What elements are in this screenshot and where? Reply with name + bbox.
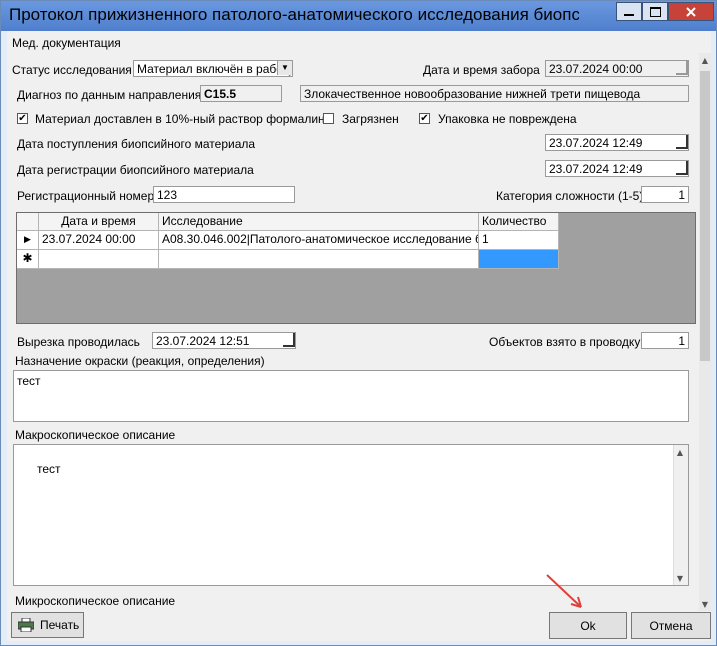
receipt-date-value: 23.07.2024 12:49 (549, 136, 643, 150)
staining-textarea[interactable]: тест (13, 370, 689, 422)
macro-textarea[interactable]: тест ▲ ▼ (13, 444, 689, 586)
calendar-icon[interactable] (676, 161, 688, 175)
scroll-up-icon[interactable]: ▲ (699, 53, 711, 67)
reg-number-label: Регистрационный номер (17, 189, 155, 203)
contaminated-checkbox[interactable] (323, 113, 334, 124)
scroll-thumb[interactable] (700, 71, 710, 361)
status-value: Материал включён в работу (137, 62, 293, 76)
form-scrollbar[interactable]: ▲ ▼ (699, 53, 711, 611)
calendar-icon[interactable] (676, 135, 688, 149)
scroll-up-icon[interactable]: ▲ (674, 445, 686, 459)
ok-label: Ok (580, 618, 596, 633)
chevron-down-icon[interactable]: ▼ (277, 61, 292, 75)
receipt-date-field[interactable]: 23.07.2024 12:49 (545, 134, 689, 151)
title-bar[interactable]: Протокол прижизненного патолого-анатомич… (1, 1, 716, 31)
grid-header-study[interactable]: Исследование (159, 213, 479, 231)
package-label: Упаковка не повреждена (438, 112, 577, 126)
new-row-date[interactable] (39, 250, 159, 269)
scroll-down-icon[interactable]: ▼ (674, 571, 686, 585)
calendar-icon[interactable] (676, 61, 688, 75)
complexity-input[interactable]: 1 (641, 186, 689, 203)
registration-date-value: 23.07.2024 12:49 (549, 162, 643, 176)
diagnosis-code[interactable]: C15.5 (200, 85, 282, 102)
sample-date-label: Дата и время забора (423, 63, 540, 77)
macro-text: тест (37, 462, 61, 476)
form-area: Мед. документация Статус исследования Ма… (7, 31, 711, 641)
cancel-label: Отмена (649, 618, 693, 633)
print-button[interactable]: Печать (11, 612, 84, 638)
close-icon[interactable] (668, 2, 714, 21)
formalin-label: Материал доставлен в 10%-ный раствор фор… (35, 112, 332, 126)
scroll-down-icon[interactable]: ▼ (699, 597, 711, 611)
status-select[interactable]: Материал включён в работу ▼ (133, 60, 293, 77)
reg-number-input[interactable]: 123 (153, 186, 295, 203)
table-row-qty[interactable]: 1 (479, 231, 559, 250)
micro-label: Микроскопическое описание (15, 594, 176, 608)
objects-value: 1 (678, 334, 685, 348)
row-marker-icon[interactable]: ▶ (17, 231, 39, 250)
contaminated-label: Загрязнен (342, 112, 399, 126)
registration-date-label: Дата регистрации биопсийного материала (17, 163, 254, 177)
table-row-date[interactable]: 23.07.2024 00:00 (39, 231, 159, 250)
cut-date-field[interactable]: 23.07.2024 12:51 (152, 332, 296, 349)
print-label: Печать (40, 618, 80, 632)
macro-scrollbar[interactable]: ▲ ▼ (673, 445, 688, 585)
new-row-study[interactable] (159, 250, 479, 269)
complexity-label: Категория сложности (1-5) (496, 189, 644, 203)
section-title: Мед. документация (12, 36, 121, 50)
status-label: Статус исследования (12, 63, 132, 77)
calendar-icon[interactable] (283, 333, 295, 347)
new-row-qty-selected[interactable] (479, 250, 559, 269)
maximize-icon[interactable] (642, 2, 668, 21)
window-title: Протокол прижизненного патолого-анатомич… (9, 5, 579, 24)
registration-date-field[interactable]: 23.07.2024 12:49 (545, 160, 689, 177)
studies-grid[interactable]: Дата и время Исследование Количество ▶ 2… (16, 212, 696, 324)
objects-label: Объектов взято в проводку (489, 335, 641, 349)
sample-date-value: 23.07.2024 00:00 (549, 62, 643, 76)
minimize-icon[interactable] (616, 2, 642, 21)
printer-icon (18, 618, 34, 632)
new-row-icon[interactable]: ✱ (17, 250, 39, 269)
formalin-checkbox[interactable]: ✔ (17, 113, 28, 124)
cut-date-value: 23.07.2024 12:51 (156, 334, 250, 348)
staining-label: Назначение окраски (реакция, определения… (15, 354, 265, 368)
table-row-study[interactable]: A08.30.046.002|Патолого-анатомическое ис… (159, 231, 479, 250)
sample-date-field[interactable]: 23.07.2024 00:00 (545, 60, 689, 77)
annotation-arrow-icon (546, 574, 582, 608)
diagnosis-text-value: Злокачественное новообразование нижней т… (304, 87, 641, 101)
diagnosis-code-value: C15.5 (204, 87, 237, 101)
grid-header-date[interactable]: Дата и время (39, 213, 159, 231)
cut-label: Вырезка проводилась (17, 335, 140, 349)
package-checkbox[interactable]: ✔ (419, 113, 430, 124)
cancel-button[interactable]: Отмена (631, 612, 711, 639)
grid-corner (17, 213, 39, 231)
diagnosis-text[interactable]: Злокачественное новообразование нижней т… (300, 85, 689, 102)
reg-number-value: 123 (157, 188, 178, 202)
diagnosis-label: Диагноз по данным направления (17, 88, 202, 102)
protocol-window: Протокол прижизненного патолого-анатомич… (0, 0, 717, 646)
complexity-value: 1 (678, 188, 685, 202)
grid-header-qty[interactable]: Количество (479, 213, 559, 231)
macro-label: Макроскопическое описание (15, 428, 176, 442)
receipt-date-label: Дата поступления биопсийного материала (17, 137, 256, 151)
objects-input[interactable]: 1 (641, 332, 689, 349)
